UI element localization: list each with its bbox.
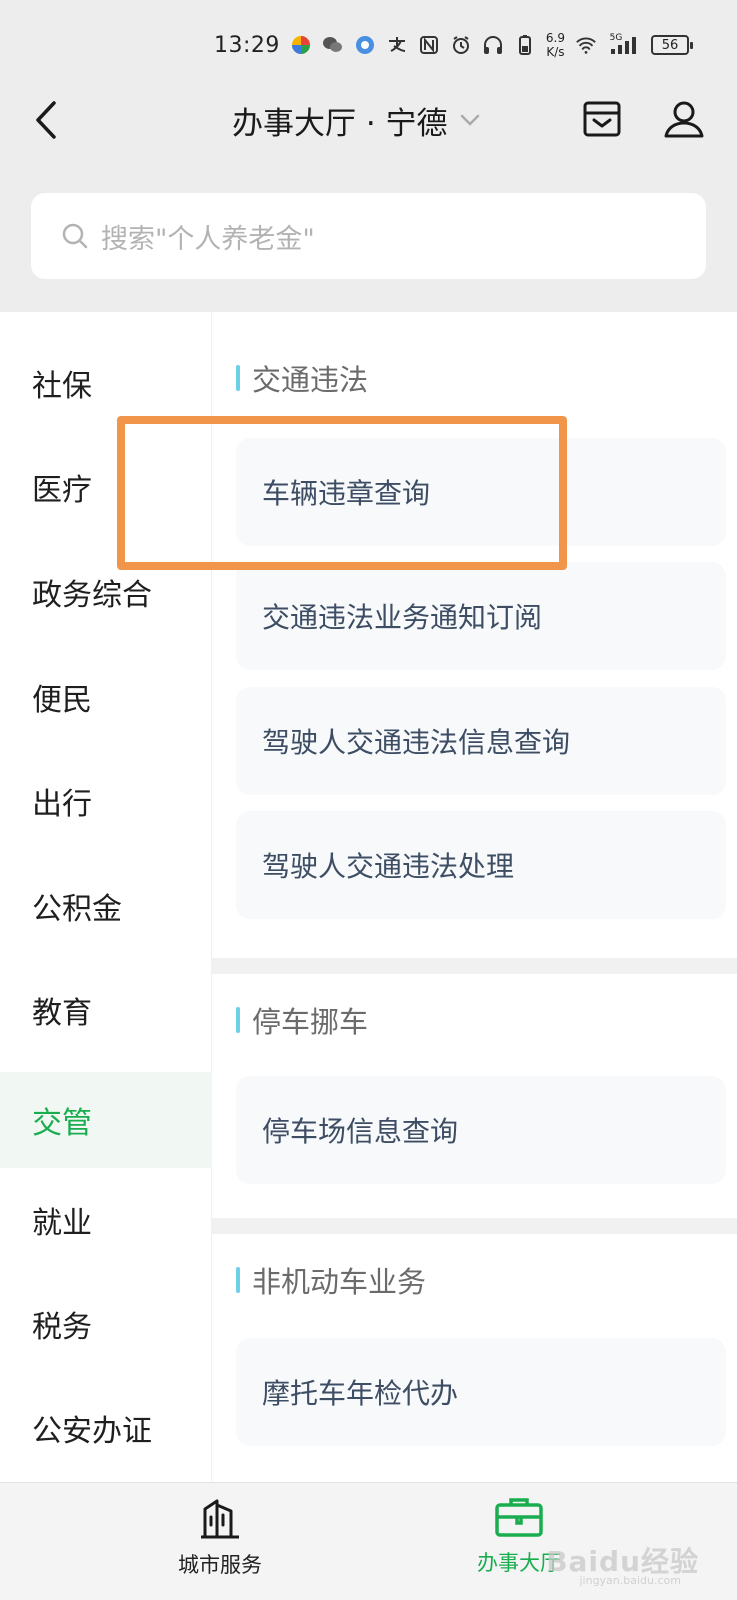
service-item[interactable]: 交通违法业务通知订阅 — [236, 562, 726, 670]
network-speed-unit: K/s — [546, 45, 565, 59]
alarm-icon — [450, 34, 472, 56]
service-item[interactable]: 驾驶人交通违法处理 — [236, 811, 726, 919]
sidebar-item-travel[interactable]: 出行 — [0, 753, 212, 849]
app-notification-icon — [290, 34, 312, 56]
status-time: 13:29 — [214, 32, 280, 58]
sidebar-item-label: 公积金 — [32, 892, 122, 927]
signal-label: 5G — [609, 33, 623, 43]
search-placeholder: 搜索"个人养老金" — [101, 223, 315, 255]
status-bar: 13:29 6.9 K/s 5G 56 — [0, 0, 737, 90]
headphones-icon — [482, 34, 504, 56]
sidebar-item-label: 便民 — [32, 683, 92, 718]
sidebar-item-label: 交管 — [32, 1106, 92, 1141]
service-item[interactable]: 摩托车年检代办 — [236, 1338, 726, 1446]
sidebar-item-police-certificates[interactable]: 公安办证 — [0, 1380, 212, 1476]
network-speed: 6.9 K/s — [546, 31, 565, 59]
service-item[interactable]: 停车场信息查询 — [236, 1076, 726, 1184]
alipay-icon — [386, 34, 408, 56]
section-divider — [212, 958, 737, 974]
back-button[interactable] — [26, 96, 66, 144]
section-marker — [236, 365, 240, 391]
section-marker — [236, 1007, 240, 1033]
signal-icon: 5G — [607, 33, 641, 56]
watermark-url: jingyan.baidu.com — [579, 1574, 681, 1587]
sidebar-item-label: 出行 — [32, 787, 92, 822]
city-selector[interactable]: 办事大厅 · 宁德 — [232, 98, 480, 142]
chevron-down-icon — [460, 114, 479, 126]
service-item-label: 交通违法业务通知订阅 — [262, 601, 543, 634]
tab-city-services[interactable]: 城市服务 — [120, 1495, 320, 1595]
service-item-label: 摩托车年检代办 — [262, 1377, 459, 1410]
page-title: 办事大厅 · 宁德 — [232, 105, 448, 142]
service-item-label: 驾驶人交通违法信息查询 — [262, 726, 571, 759]
network-speed-value: 6.9 — [545, 31, 565, 45]
wifi-icon — [575, 34, 597, 56]
sidebar-item-housing-fund[interactable]: 公积金 — [0, 858, 212, 954]
briefcase-icon — [495, 1498, 543, 1537]
city-buildings-icon — [201, 1499, 239, 1539]
section-title: 交通违法 — [252, 363, 369, 397]
sidebar-item-label: 公安办证 — [32, 1414, 152, 1449]
chevron-left-icon — [36, 101, 56, 139]
search-input[interactable]: 搜索"个人养老金" — [31, 193, 706, 279]
sidebar-item-employment[interactable]: 就业 — [0, 1172, 212, 1268]
tab-label: 城市服务 — [178, 1553, 262, 1577]
phone-battery-icon — [514, 34, 536, 56]
sidebar-item-label: 税务 — [32, 1310, 92, 1345]
section-title: 停车挪车 — [252, 1005, 369, 1039]
user-icon — [664, 101, 704, 138]
sidebar-item-label: 医疗 — [32, 473, 92, 508]
sidebar-item-traffic[interactable]: 交管 — [0, 1072, 212, 1168]
nav-bar: 办事大厅 · 宁德 — [0, 90, 737, 150]
sidebar-item-label: 教育 — [32, 996, 92, 1031]
section-divider — [212, 1218, 737, 1234]
section-header: 交通违法 — [236, 358, 368, 398]
sidebar-item-label: 就业 — [32, 1206, 92, 1241]
browser-icon — [354, 34, 376, 56]
section-marker — [236, 1267, 240, 1293]
sidebar-item-convenience[interactable]: 便民 — [0, 649, 212, 745]
section-header: 非机动车业务 — [236, 1260, 426, 1300]
battery-indicator: 56 — [651, 35, 693, 55]
sidebar-item-tax[interactable]: 税务 — [0, 1276, 212, 1372]
service-item-label: 驾驶人交通违法处理 — [262, 850, 515, 883]
inbox-icon — [583, 101, 621, 137]
service-item[interactable]: 驾驶人交通违法信息查询 — [236, 687, 726, 795]
nfc-icon — [418, 34, 440, 56]
sidebar-item-education[interactable]: 教育 — [0, 962, 212, 1058]
search-icon — [62, 223, 88, 249]
wechat-icon — [322, 34, 344, 56]
service-item-label: 停车场信息查询 — [262, 1115, 459, 1148]
section-title: 非机动车业务 — [252, 1265, 427, 1299]
sidebar-item-label: 社保 — [32, 369, 92, 404]
profile-button[interactable] — [661, 96, 707, 142]
section-header: 停车挪车 — [236, 1000, 368, 1040]
highlight-annotation-box — [117, 416, 567, 570]
inbox-button[interactable] — [579, 96, 625, 142]
sidebar-item-label: 政务综合 — [32, 578, 152, 613]
